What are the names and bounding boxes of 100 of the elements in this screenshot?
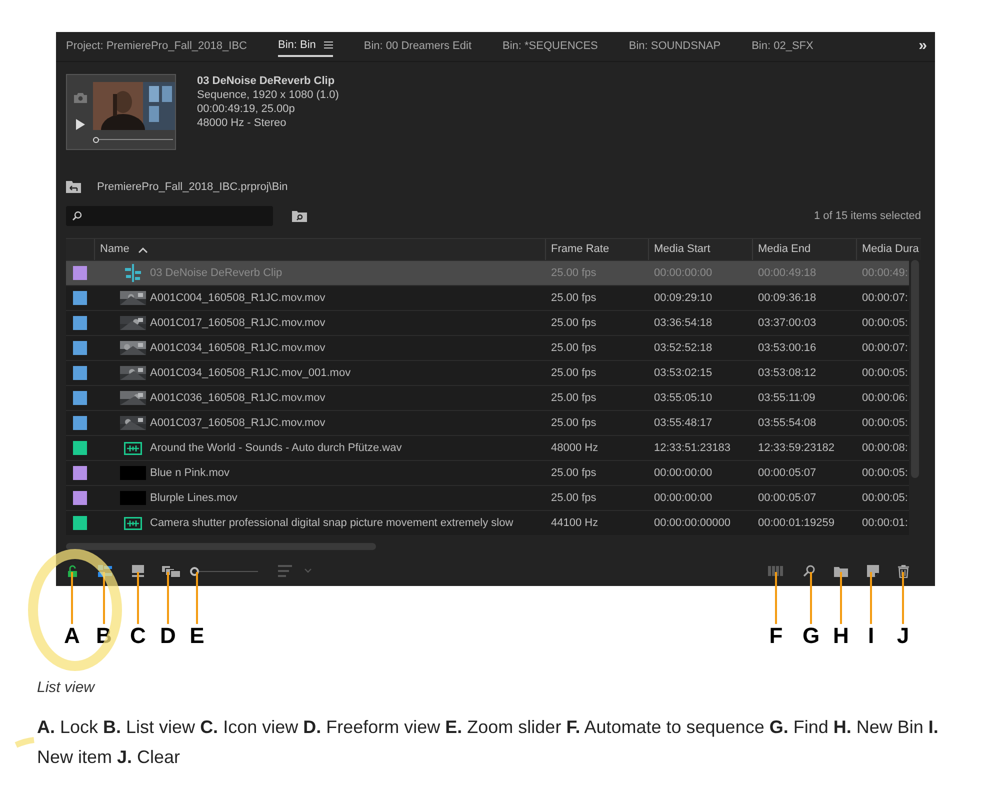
new-item-icon[interactable] xyxy=(867,565,879,578)
callout-letter: B xyxy=(96,624,112,648)
table-row[interactable]: A001C017_160508_R1JC.mov.mov 25.00 fps 03:36:54:18 03:37:00:03 00:00:05: xyxy=(66,310,909,336)
figure-description: A. Lock B. List view C. Icon view D. Freeform view E. Zoom slider F. Automate to sequence G. Find H. New Bin I. New item J. Clear xyxy=(37,716,940,769)
table-cell: 03:53:08:12 xyxy=(758,366,816,379)
table-cell: 25.00 fps xyxy=(551,366,596,379)
table-cell: 00:00:05:07 xyxy=(758,492,816,504)
sequence-icon xyxy=(124,264,142,282)
label-swatch[interactable] xyxy=(73,441,87,456)
play-icon[interactable] xyxy=(76,119,84,130)
table-cell-text: Camera shutter professional digital snap picture movement extremely slow xyxy=(150,516,514,531)
callout-letter: F xyxy=(769,624,783,648)
label-swatch[interactable] xyxy=(73,516,87,530)
panel-tab[interactable]: Bin: SOUNDSNAP xyxy=(628,35,721,58)
search-icon[interactable] xyxy=(803,565,815,578)
column-header[interactable]: Media Start xyxy=(654,241,710,258)
camera-icon[interactable] xyxy=(74,92,86,103)
leader-line xyxy=(137,572,139,624)
panel-tab[interactable]: Bin: 00 Dreamers Edit xyxy=(364,35,472,58)
column-header[interactable]: Media Dura xyxy=(862,241,919,258)
table-row[interactable]: Blurple Lines.mov 25.00 fps 00:00:00:00 00:00:05:07 00:00:05: xyxy=(66,485,909,510)
table-cell: 03:55:11:09 xyxy=(758,392,816,404)
bin-path: PremierePro_Fall_2018_IBC.prproj\Bin xyxy=(97,180,288,196)
column-header[interactable]: Name xyxy=(100,241,130,258)
panel-tab[interactable]: Bin: Bin xyxy=(278,35,333,58)
column-header[interactable]: Media End xyxy=(758,241,811,258)
table-cell: 25.00 fps xyxy=(551,492,596,504)
menu-icon[interactable] xyxy=(324,41,333,50)
panel-tab[interactable]: Project: PremierePro_Fall_2018_IBC xyxy=(66,35,247,58)
callout-letter: D xyxy=(160,624,176,648)
label-swatch[interactable] xyxy=(73,416,87,430)
leader-line xyxy=(902,572,904,624)
column-header[interactable]: Frame Rate xyxy=(551,241,610,258)
table-cell-text: Blurple Lines.mov xyxy=(150,490,238,506)
table-row[interactable]: Around the World - Sounds - Auto durch Pfütze.wav 48000 Hz 12:33:51:23183 12:33:59:23182 00:00:08: xyxy=(66,435,909,460)
search-field[interactable] xyxy=(66,206,273,226)
label-swatch[interactable] xyxy=(73,316,87,330)
table-row[interactable]: A001C036_160508_R1JC.mov.mov 25.00 fps 03:55:05:10 03:55:11:09 00:00:06: xyxy=(66,385,909,410)
table-cell-text: A001C034_160508_R1JC.mov.mov xyxy=(150,340,326,356)
table-cell: 48000 Hz xyxy=(551,442,598,454)
panel-tab[interactable]: Bin: 02_SFX xyxy=(752,35,814,58)
freeform-view-icon[interactable] xyxy=(161,564,181,578)
table-row[interactable]: A001C004_160508_R1JC.mov.mov 25.00 fps 00:09:29:10 00:09:36:18 00:00:07: xyxy=(66,285,909,310)
find-in-folder-icon[interactable] xyxy=(292,210,307,222)
table-row[interactable]: Camera shutter professional digital snap picture movement extremely slow 44100 Hz 00:00:00:00000 00:00:01:19259 00:00:01: xyxy=(66,510,909,536)
search-icon xyxy=(72,211,82,222)
table-row[interactable]: Blue n Pink.mov 25.00 fps 00:00:00:00 00:00:05:07 00:00:05: xyxy=(66,460,909,486)
label-swatch[interactable] xyxy=(73,491,87,506)
folder-icon[interactable] xyxy=(834,566,848,577)
table-cell: 00:00:05: xyxy=(862,316,908,329)
scrub-handle[interactable] xyxy=(93,136,99,143)
table-cell-text: A001C037_160508_R1JC.mov.mov xyxy=(150,416,326,431)
callout-letter: A xyxy=(64,624,80,648)
sort-ascending-icon[interactable] xyxy=(138,246,148,253)
table-cell: 00:00:07: xyxy=(862,292,908,304)
label-swatch[interactable] xyxy=(73,366,87,380)
parent-folder-icon[interactable] xyxy=(66,181,81,194)
table-cell-text: Blue n Pink.mov xyxy=(150,466,230,481)
horizontal-scrollbar[interactable] xyxy=(66,543,376,550)
figure-caption: List view xyxy=(37,678,95,698)
table-cell-text: 03 DeNoise DeReverb Clip xyxy=(150,266,282,281)
table-cell: 25.00 fps xyxy=(551,416,596,429)
leader-line xyxy=(840,572,842,624)
table-cell: 00:00:00:00 xyxy=(654,492,712,504)
table-cell: 12:33:51:23183 xyxy=(654,442,730,454)
clip-info: Sequence, 1920 x 1080 (1.0) xyxy=(197,88,339,102)
label-swatch[interactable] xyxy=(73,341,87,356)
table-cell: 03:36:54:18 xyxy=(654,316,712,329)
table-cell: 25.00 fps xyxy=(551,292,596,304)
callout-letter: G xyxy=(802,624,820,648)
table-cell: 00:00:07: xyxy=(862,342,908,354)
table-cell: 25.00 fps xyxy=(551,466,596,479)
label-swatch[interactable] xyxy=(73,466,87,480)
table-cell: 00:00:01:19259 xyxy=(758,516,834,529)
callout-letter: I xyxy=(868,624,874,648)
table-cell: 25.00 fps xyxy=(551,392,596,404)
highlight-underline xyxy=(13,736,35,748)
label-swatch[interactable] xyxy=(73,391,87,406)
table-cell-text: A001C034_160508_R1JC.mov_001.mov xyxy=(150,366,351,381)
table-cell: 00:00:00:00 xyxy=(654,466,712,479)
table-cell: 03:53:02:15 xyxy=(654,366,712,379)
table-cell: 03:55:54:08 xyxy=(758,416,816,429)
callout-letter: J xyxy=(896,624,910,648)
table-row[interactable]: A001C034_160508_R1JC.mov.mov 25.00 fps 03:52:52:18 03:53:00:16 00:00:07: xyxy=(66,335,909,360)
label-swatch[interactable] xyxy=(73,266,87,280)
table-row[interactable]: A001C037_160508_R1JC.mov.mov 25.00 fps 03:55:48:17 03:55:54:08 00:00:05: xyxy=(66,410,909,436)
leader-line xyxy=(775,572,777,624)
clip-info: 00:00:49:19, 25.00p xyxy=(197,102,296,116)
label-swatch[interactable] xyxy=(73,291,87,306)
automate-to-sequence-icon[interactable] xyxy=(768,566,784,576)
table-cell: 25.00 fps xyxy=(551,342,596,354)
table-row[interactable]: A001C034_160508_R1JC.mov_001.mov 25.00 fps 03:53:02:15 03:53:08:12 00:00:05: xyxy=(66,360,909,386)
icon-view-icon[interactable] xyxy=(132,565,144,578)
leader-line xyxy=(870,572,872,624)
table-cell: 00:00:08: xyxy=(862,442,908,454)
more-tabs-button[interactable]: » xyxy=(918,35,927,58)
list-view-icon[interactable] xyxy=(98,565,112,578)
trash-icon[interactable] xyxy=(898,564,909,578)
panel-tab[interactable]: Bin: *SEQUENCES xyxy=(502,35,598,58)
selection-count: 1 of 15 items selected xyxy=(814,208,921,224)
